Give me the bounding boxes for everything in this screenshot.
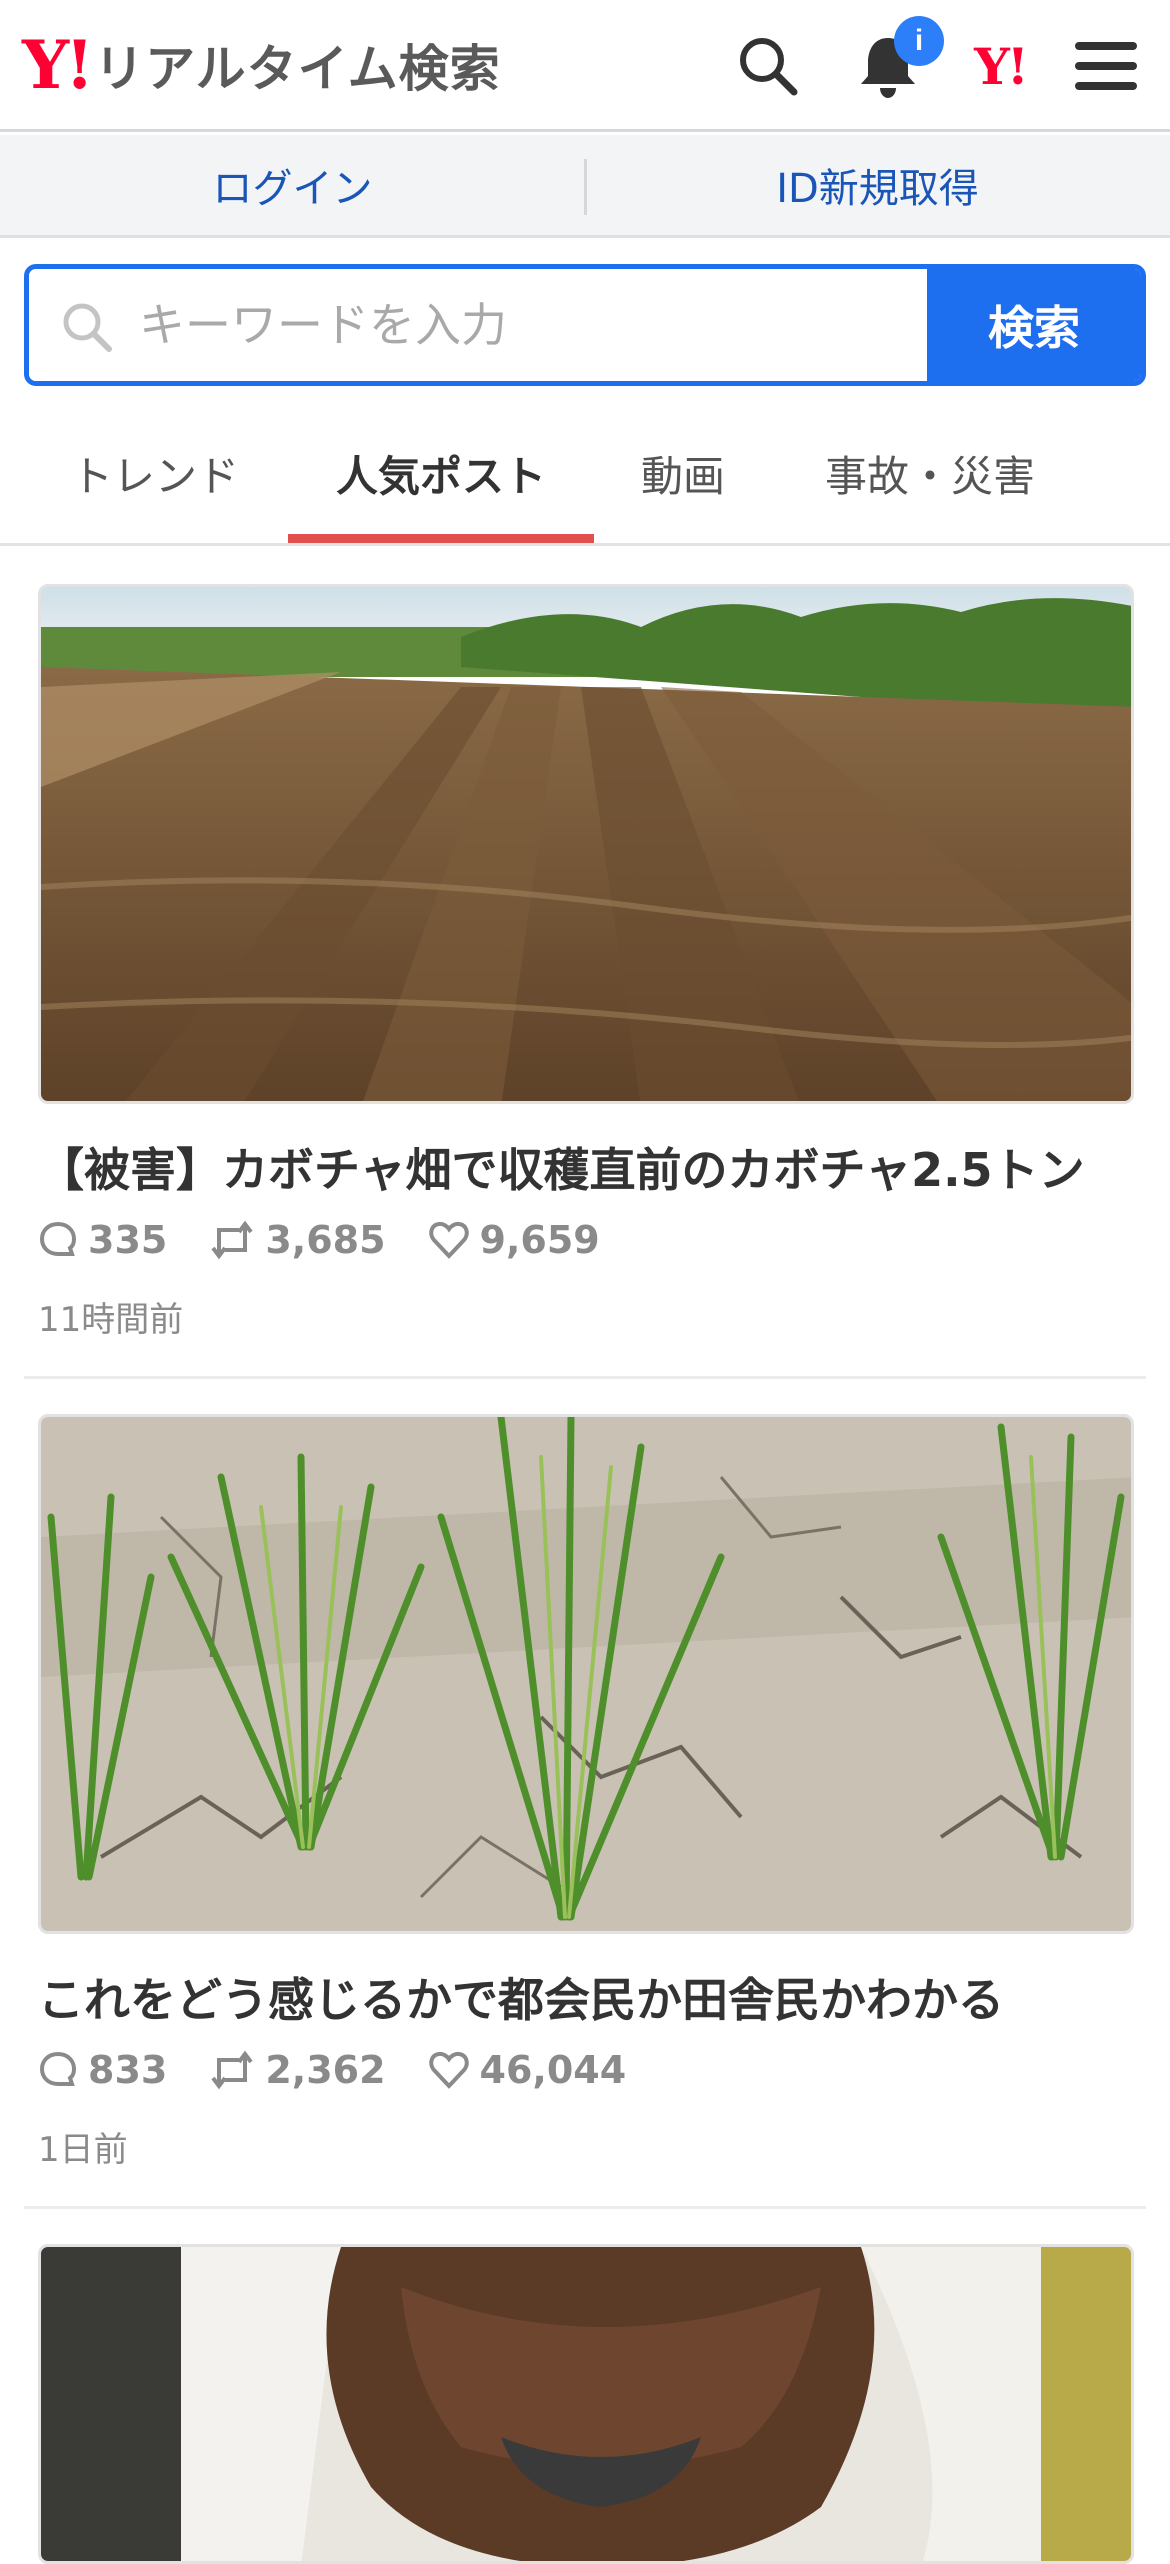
like-count-value: 46,044 <box>479 2048 627 2092</box>
search-bar: 検索 <box>24 264 1146 386</box>
post-card[interactable]: 【被害】カボチャ畑で収穫直前のカボチャ2.5トン 335 3,685 9,659… <box>24 584 1146 1380</box>
yahoo-realtime-logo[interactable]: Y! リアルタイム検索 <box>22 30 501 100</box>
post-time: 1日前 <box>38 2130 128 2170</box>
reply-icon <box>39 2051 77 2086</box>
logo-mark: Y! <box>22 26 94 104</box>
login-divider <box>584 159 587 215</box>
post-separator <box>24 1376 1146 1379</box>
logo-text: リアルタイム検索 <box>94 40 501 98</box>
like-count-value: 9,659 <box>479 1218 600 1262</box>
yahoo-japan-mark: Y! <box>974 36 1029 96</box>
post-title[interactable]: 【被害】カボチャ畑で収穫直前のカボチャ2.5トン <box>38 1134 1138 1200</box>
like-count[interactable]: 46,044 <box>428 2048 627 2092</box>
post-card[interactable] <box>24 2244 1146 2564</box>
active-tab-indicator <box>288 534 594 543</box>
notification-badge: i <box>894 16 944 66</box>
login-bar: ログイン ID新規取得 <box>0 135 1170 238</box>
search-input[interactable] <box>139 269 939 381</box>
login-link[interactable]: ログイン <box>0 135 585 235</box>
post-card[interactable]: これをどう感じるかで都会民か田舎民かわかる 833 2,362 46,044 1… <box>24 1414 1146 2214</box>
hamburger-menu-icon[interactable] <box>1068 28 1144 104</box>
register-id-link[interactable]: ID新規取得 <box>585 135 1170 235</box>
search-button[interactable]: 検索 <box>927 269 1141 381</box>
repost-count[interactable]: 3,685 <box>209 1218 386 1262</box>
repost-icon <box>211 1220 253 1260</box>
reply-count-value: 833 <box>88 2048 168 2092</box>
like-count[interactable]: 9,659 <box>428 1218 600 1262</box>
yahoo-japan-icon[interactable]: Y! <box>962 28 1038 104</box>
post-image-rice-plants[interactable] <box>38 1414 1134 1934</box>
post-stats: 335 3,685 9,659 <box>38 1218 642 1262</box>
search-field-wrap <box>29 269 939 381</box>
app-header: Y! リアルタイム検索 i Y! <box>0 0 1170 132</box>
post-image-plowed-field[interactable] <box>38 584 1134 1104</box>
category-tabs: トレンド 人気ポスト 動画 事故・災害 <box>0 400 1170 546</box>
tab-accident-disaster[interactable]: 事故・災害 <box>790 400 1070 546</box>
post-image-person[interactable] <box>38 2244 1134 2564</box>
post-stats: 833 2,362 46,044 <box>38 2048 668 2092</box>
heart-icon <box>428 2051 469 2089</box>
reply-count[interactable]: 833 <box>38 2048 167 2092</box>
tab-trend[interactable]: トレンド <box>40 400 270 546</box>
reply-count[interactable]: 335 <box>38 1218 167 1262</box>
reply-icon <box>39 1221 77 1256</box>
tab-popular-posts[interactable]: 人気ポスト <box>288 400 594 546</box>
repost-count-value: 3,685 <box>265 1218 386 1262</box>
search-field-icon <box>59 299 115 359</box>
reply-count-value: 335 <box>88 1218 168 1262</box>
repost-icon <box>211 2050 253 2090</box>
post-separator <box>24 2206 1146 2209</box>
tab-video[interactable]: 動画 <box>608 400 758 546</box>
post-time: 11時間前 <box>38 1300 184 1340</box>
search-icon[interactable] <box>730 28 806 104</box>
repost-count-value: 2,362 <box>265 2048 386 2092</box>
post-title[interactable]: これをどう感じるかで都会民か田舎民かわかる <box>38 1964 1138 2030</box>
repost-count[interactable]: 2,362 <box>209 2048 386 2092</box>
heart-icon <box>428 1221 469 1259</box>
